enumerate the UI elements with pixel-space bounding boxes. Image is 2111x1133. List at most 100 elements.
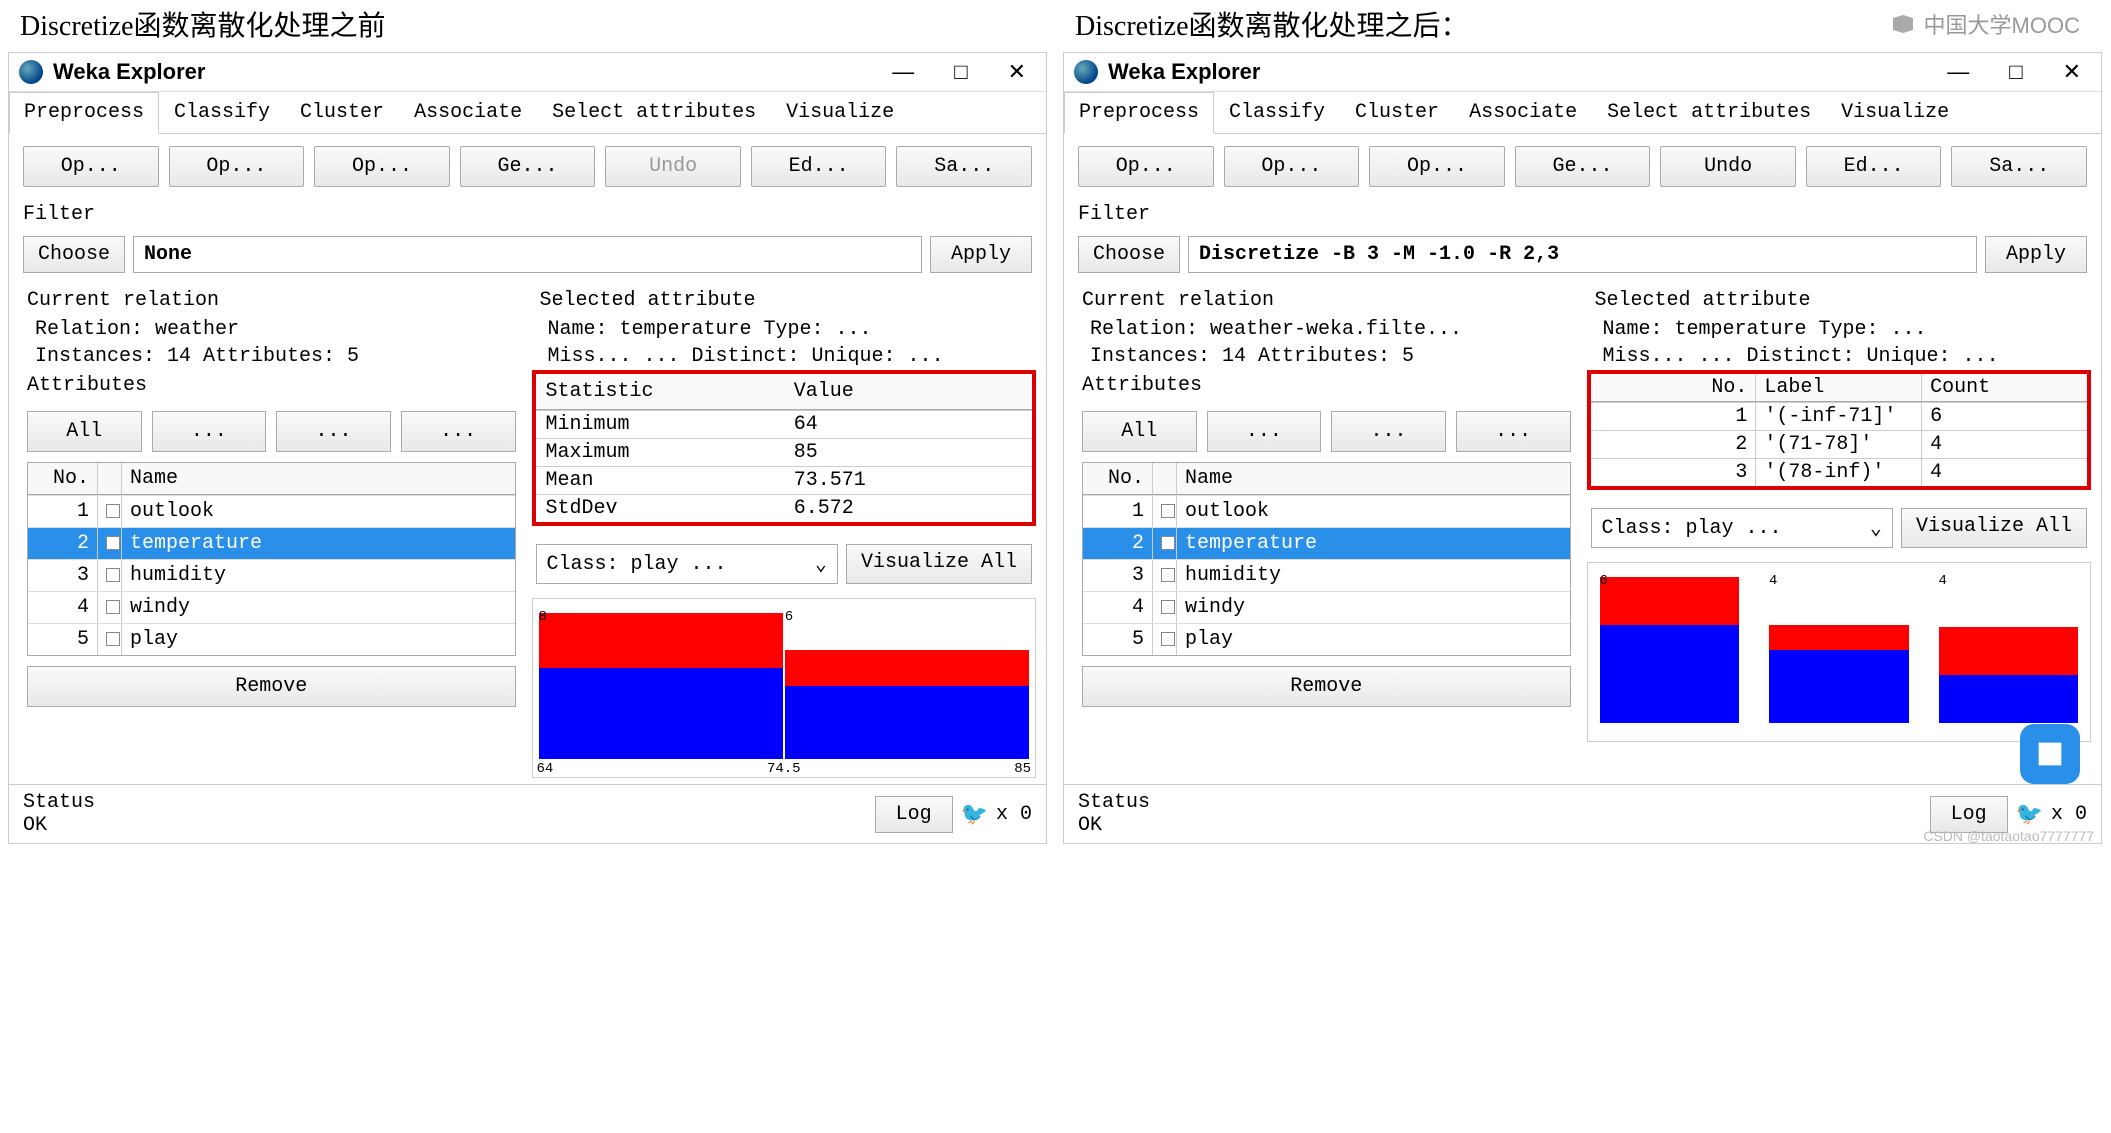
attr-row[interactable]: 5play — [1083, 623, 1570, 655]
tab-associate[interactable]: Associate — [1454, 92, 1592, 133]
attributes-title: Attributes — [1074, 370, 1579, 401]
attr-col-name: Name — [122, 463, 515, 494]
generate-button[interactable]: Ge... — [460, 146, 596, 187]
tab-select-attributes[interactable]: Select attributes — [1592, 92, 1826, 133]
tab-visualize[interactable]: Visualize — [1826, 92, 1964, 133]
checkbox[interactable] — [1161, 504, 1175, 518]
attr-row[interactable]: 5play — [28, 623, 515, 655]
choose-filter-button[interactable]: Choose — [23, 236, 125, 273]
apply-filter-button[interactable]: Apply — [1985, 236, 2087, 273]
relation-line: Relation: weather-weka.filte... — [1074, 316, 1579, 343]
tabs: Preprocess Classify Cluster Associate Se… — [9, 92, 1046, 134]
edit-button[interactable]: Ed... — [751, 146, 887, 187]
filter-label: Filter — [9, 199, 1046, 230]
minimize-button[interactable]: — — [1947, 59, 1969, 85]
maximize-button[interactable]: □ — [954, 59, 967, 85]
open-file-button[interactable]: Op... — [23, 146, 159, 187]
status-label: Status — [23, 791, 875, 814]
attr-invert-button[interactable]: ... — [276, 411, 391, 452]
window-title: Weka Explorer — [53, 59, 892, 85]
attr-pattern-button[interactable]: ... — [1456, 411, 1571, 452]
attr-row[interactable]: 1outlook — [1083, 495, 1570, 527]
log-button[interactable]: Log — [1930, 796, 2008, 833]
choose-filter-button[interactable]: Choose — [1078, 236, 1180, 273]
status-value: OK — [23, 814, 875, 837]
save-button[interactable]: Sa... — [1951, 146, 2087, 187]
attr-none-button[interactable]: ... — [152, 411, 267, 452]
attr-row[interactable]: 3humidity — [1083, 559, 1570, 591]
tab-associate[interactable]: Associate — [399, 92, 537, 133]
attr-row[interactable]: 3humidity — [28, 559, 515, 591]
video-play-icon[interactable] — [2020, 724, 2080, 784]
tab-classify[interactable]: Classify — [1214, 92, 1340, 133]
checkbox[interactable] — [1161, 536, 1175, 550]
open-file-button[interactable]: Op... — [1078, 146, 1214, 187]
attr-all-button[interactable]: All — [27, 411, 142, 452]
checkbox[interactable] — [106, 600, 120, 614]
current-relation-title: Current relation — [19, 285, 524, 316]
bird-icon: 🐦 — [961, 801, 988, 827]
checkbox[interactable] — [106, 632, 120, 646]
selected-attr-title: Selected attribute — [532, 285, 1037, 316]
open-url-button[interactable]: Op... — [1224, 146, 1360, 187]
tab-preprocess[interactable]: Preprocess — [9, 92, 159, 134]
attr-none-button[interactable]: ... — [1207, 411, 1322, 452]
instances-line: Instances: 14 Attributes: 5 — [1074, 343, 1579, 370]
class-select[interactable]: Class: play ...⌄ — [536, 544, 838, 584]
close-button[interactable]: ✕ — [1008, 59, 1026, 85]
checkbox[interactable] — [106, 504, 120, 518]
tab-cluster[interactable]: Cluster — [1340, 92, 1454, 133]
visualize-all-button[interactable]: Visualize All — [846, 544, 1032, 584]
window-title: Weka Explorer — [1108, 59, 1947, 85]
visualize-all-button[interactable]: Visualize All — [1901, 508, 2087, 548]
selected-attr-name: Name: temperature Type: ... — [1587, 316, 2092, 343]
tabs: Preprocess Classify Cluster Associate Se… — [1064, 92, 2101, 134]
stat-col-value: Value — [784, 374, 1032, 409]
class-select[interactable]: Class: play ...⌄ — [1591, 508, 1893, 548]
attr-row[interactable]: 2temperature — [1083, 527, 1570, 559]
chevron-down-icon: ⌄ — [1870, 515, 1882, 541]
apply-filter-button[interactable]: Apply — [930, 236, 1032, 273]
checkbox[interactable] — [1161, 632, 1175, 646]
attr-row[interactable]: 4windy — [28, 591, 515, 623]
maximize-button[interactable]: □ — [2009, 59, 2022, 85]
page-title-before: Discretize函数离散化处理之前 — [0, 0, 1055, 52]
tab-select-attributes[interactable]: Select attributes — [537, 92, 771, 133]
checkbox[interactable] — [106, 568, 120, 582]
tab-classify[interactable]: Classify — [159, 92, 285, 133]
attr-row[interactable]: 4windy — [1083, 591, 1570, 623]
checkbox[interactable] — [1161, 600, 1175, 614]
save-button[interactable]: Sa... — [896, 146, 1032, 187]
attr-invert-button[interactable]: ... — [1331, 411, 1446, 452]
tab-cluster[interactable]: Cluster — [285, 92, 399, 133]
remove-button[interactable]: Remove — [1082, 666, 1571, 707]
attributes-title: Attributes — [19, 370, 524, 401]
selected-attr-missing: Miss... ... Distinct: Unique: ... — [532, 343, 1037, 370]
open-db-button[interactable]: Op... — [314, 146, 450, 187]
filter-input[interactable]: Discretize -B 3 -M -1.0 -R 2,3 — [1188, 236, 1977, 273]
attr-col-no: No. — [28, 463, 98, 494]
filter-input[interactable]: None — [133, 236, 922, 273]
close-button[interactable]: ✕ — [2063, 59, 2081, 85]
generate-button[interactable]: Ge... — [1515, 146, 1651, 187]
minimize-button[interactable]: — — [892, 59, 914, 85]
undo-button[interactable]: Undo — [1660, 146, 1796, 187]
attr-pattern-button[interactable]: ... — [401, 411, 516, 452]
histogram-chart: 8 6 64 74.5 85 — [532, 598, 1037, 778]
checkbox[interactable] — [1161, 568, 1175, 582]
open-db-button[interactable]: Op... — [1369, 146, 1505, 187]
attr-all-button[interactable]: All — [1082, 411, 1197, 452]
tab-visualize[interactable]: Visualize — [771, 92, 909, 133]
tab-preprocess[interactable]: Preprocess — [1064, 92, 1214, 134]
attr-row[interactable]: 2temperature — [28, 527, 515, 559]
open-url-button[interactable]: Op... — [169, 146, 305, 187]
undo-button[interactable]: Undo — [605, 146, 741, 187]
log-button[interactable]: Log — [875, 796, 953, 833]
edit-button[interactable]: Ed... — [1806, 146, 1942, 187]
stat-col-stat: Statistic — [536, 374, 784, 409]
checkbox[interactable] — [106, 536, 120, 550]
selected-attr-title: Selected attribute — [1587, 285, 2092, 316]
bird-icon: 🐦 — [2016, 801, 2043, 827]
remove-button[interactable]: Remove — [27, 666, 516, 707]
attr-row[interactable]: 1outlook — [28, 495, 515, 527]
